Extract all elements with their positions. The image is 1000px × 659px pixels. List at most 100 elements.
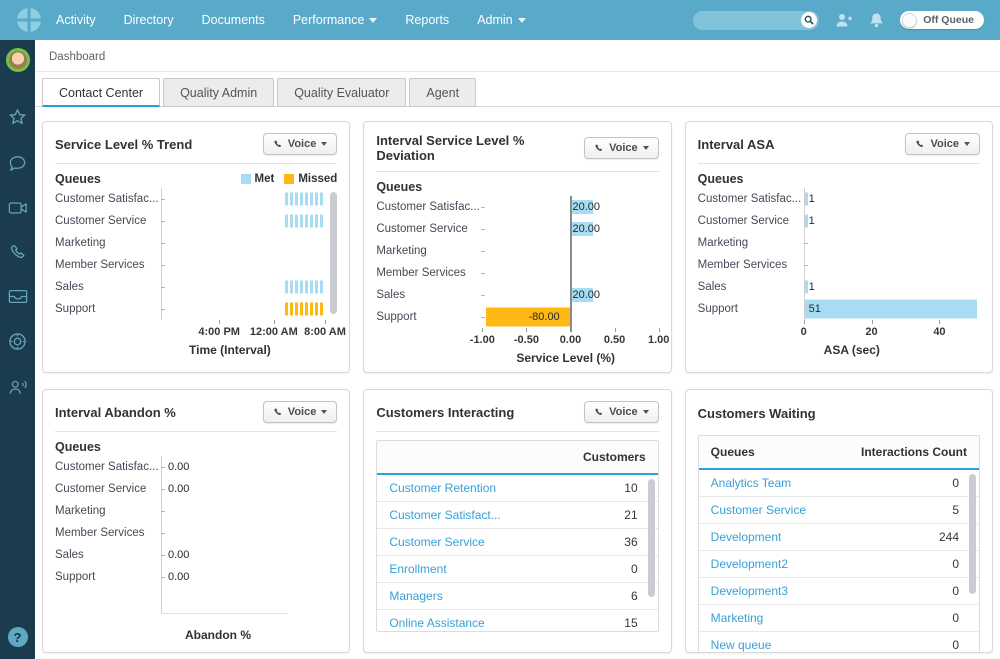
- legend-swatch-icon: [284, 174, 294, 184]
- chart-row: Marketing: [376, 240, 658, 262]
- chart-rows: Customer Satisfac...0.00Customer Service…: [55, 456, 337, 588]
- nav-item-documents[interactable]: Documents: [202, 13, 265, 27]
- phone-icon[interactable]: [9, 243, 27, 261]
- tab-contact-center[interactable]: Contact Center: [42, 78, 160, 107]
- chart-plot-row: 0.00: [161, 456, 337, 478]
- compass-icon[interactable]: [8, 332, 27, 351]
- chart-plot-row: 51: [804, 298, 980, 320]
- queue-link[interactable]: Customer Satisfact...: [389, 508, 500, 522]
- chart-plot-row: [161, 232, 337, 254]
- queue-label: Sales: [55, 281, 161, 293]
- queue-link[interactable]: Customer Service: [389, 535, 484, 549]
- queue-link[interactable]: New queue: [711, 638, 772, 652]
- x-tick-mark: [482, 328, 483, 332]
- queues-group-label: Queues: [55, 440, 101, 454]
- queue-label: Customer Service: [698, 215, 804, 227]
- tab-quality-evaluator[interactable]: Quality Evaluator: [277, 78, 406, 107]
- off-queue-label: Off Queue: [923, 14, 974, 26]
- chart-row: Customer Service0.00: [55, 478, 337, 500]
- top-nav: Activity Directory Documents Performance Rep…: [0, 0, 1000, 40]
- voice-dropdown-button[interactable]: Voice: [584, 137, 659, 159]
- queue-label: Support: [376, 311, 482, 323]
- nav-item-performance[interactable]: Performance: [293, 13, 378, 27]
- x-tick-label: -1.00: [470, 334, 495, 346]
- nav-item-directory[interactable]: Directory: [124, 13, 174, 27]
- chart-plot-row: 1: [804, 188, 980, 210]
- phone-icon: [273, 407, 283, 417]
- nav-item-activity[interactable]: Activity: [56, 13, 96, 27]
- search-input[interactable]: [701, 12, 801, 29]
- left-sidebar: ?: [0, 40, 35, 659]
- panel-header: Service Level % TrendVoice: [55, 133, 337, 164]
- met-interval-bars: [285, 281, 323, 294]
- table-row: Enrollment0: [377, 556, 657, 583]
- agent-voice-icon[interactable]: [8, 378, 28, 396]
- chart-row: Member Services: [376, 262, 658, 284]
- x-tick-label: 4:00 PM: [198, 326, 240, 338]
- chart-row: Support-80.00: [376, 306, 658, 328]
- queue-link[interactable]: Development3: [711, 584, 788, 598]
- voice-dropdown-button[interactable]: Voice: [263, 401, 338, 423]
- nav-item-reports[interactable]: Reports: [405, 13, 449, 27]
- person-add-icon[interactable]: [835, 12, 853, 28]
- panel-title: Customers Waiting: [698, 406, 816, 421]
- favorites-star-icon[interactable]: [8, 108, 27, 127]
- category-tick-mark: [161, 221, 165, 222]
- queue-link[interactable]: Analytics Team: [711, 476, 791, 490]
- bell-icon[interactable]: [869, 12, 884, 28]
- queue-link[interactable]: Enrollment: [389, 562, 446, 576]
- chart-row: Sales0.00: [55, 544, 337, 566]
- nav-item-admin[interactable]: Admin: [477, 13, 525, 27]
- x-tick-label: 0: [801, 326, 807, 338]
- voice-dropdown-button[interactable]: Voice: [263, 133, 338, 155]
- chart-top-row: Queues: [698, 172, 980, 186]
- queue-link[interactable]: Development2: [711, 557, 788, 571]
- chart-plot-row: 0.00: [161, 544, 337, 566]
- asa-bar-value: 1: [809, 215, 815, 227]
- table-scrollbar[interactable]: [648, 479, 655, 597]
- voice-dropdown-button[interactable]: Voice: [905, 133, 980, 155]
- off-queue-toggle[interactable]: Off Queue: [900, 11, 984, 29]
- category-tick-mark: [481, 207, 485, 208]
- chat-icon[interactable]: [8, 154, 27, 173]
- x-tick-mark: [804, 320, 805, 324]
- legend-item-missed: Missed: [284, 173, 337, 185]
- panel-interval-asa: Interval ASAVoiceQueuesCustomer Satisfac…: [685, 121, 993, 373]
- queue-link[interactable]: Customer Service: [711, 503, 806, 517]
- plot-spacer: [161, 588, 288, 614]
- voice-dropdown-button[interactable]: Voice: [584, 401, 659, 423]
- abandon-value: 0.00: [168, 549, 189, 561]
- chart-row: Marketing: [55, 232, 337, 254]
- queue-link[interactable]: Development: [711, 530, 782, 544]
- nav-item-label: Performance: [293, 13, 365, 27]
- search-icon[interactable]: [801, 12, 817, 28]
- video-icon[interactable]: [8, 200, 28, 216]
- panel-header: Interval Abandon %Voice: [55, 401, 337, 432]
- voice-button-label: Voice: [609, 406, 638, 418]
- chart-plot-row: [161, 210, 337, 232]
- tab-quality-admin[interactable]: Quality Admin: [163, 78, 274, 107]
- panel-title: Interval Service Level % Deviation: [376, 133, 584, 163]
- category-tick-mark: [804, 265, 808, 266]
- legend-swatch-icon: [241, 174, 251, 184]
- chart-scrollbar[interactable]: [330, 192, 337, 314]
- table-row: New queue0: [699, 632, 979, 653]
- inbox-icon[interactable]: [8, 288, 28, 305]
- queue-link[interactable]: Online Assistance: [389, 616, 484, 630]
- help-icon[interactable]: ?: [8, 627, 28, 647]
- queue-label: Marketing: [376, 245, 482, 257]
- app-logo-icon[interactable]: [16, 7, 42, 33]
- queue-link[interactable]: Managers: [389, 589, 442, 603]
- queue-label: Customer Service: [55, 215, 161, 227]
- category-tick-mark: [161, 577, 165, 578]
- avatar[interactable]: [6, 48, 30, 72]
- queue-link[interactable]: Marketing: [711, 611, 764, 625]
- queue-link[interactable]: Customer Retention: [389, 481, 496, 495]
- table-scrollbar[interactable]: [969, 474, 976, 594]
- tab-agent[interactable]: Agent: [409, 78, 476, 107]
- chart-row: Sales: [55, 276, 337, 298]
- panel-interval-abandon: Interval Abandon %Voice Queues Customer Sa…: [42, 389, 350, 653]
- breadcrumb[interactable]: Dashboard: [49, 51, 105, 63]
- nav-item-label: Reports: [405, 13, 449, 27]
- interactions-count: 36: [624, 535, 637, 549]
